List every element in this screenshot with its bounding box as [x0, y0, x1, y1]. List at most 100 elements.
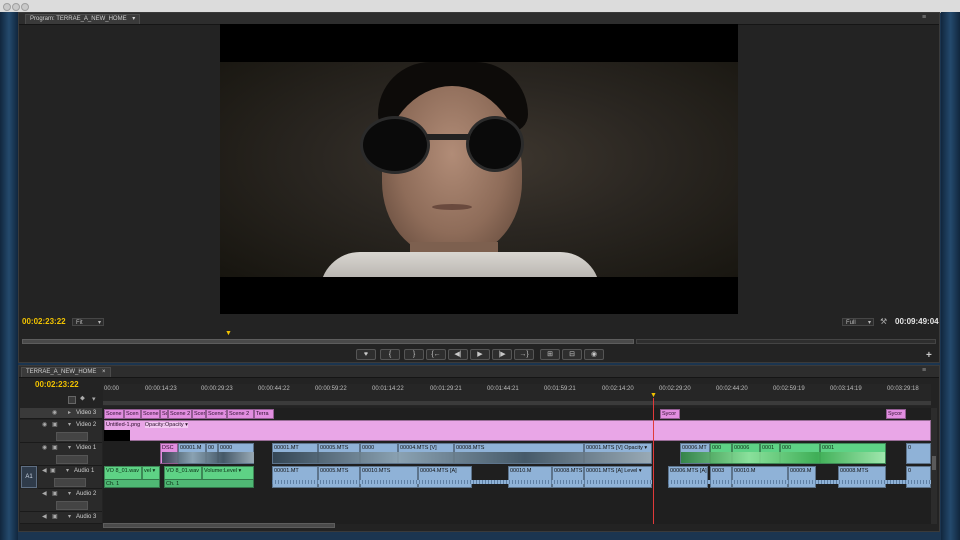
- lock-icon[interactable]: ▣: [50, 466, 56, 477]
- clip[interactable]: 0: [906, 466, 931, 488]
- clip[interactable]: 00008.MTS: [838, 466, 886, 488]
- step-forward-button[interactable]: |▶: [492, 349, 512, 360]
- panel-menu-icon[interactable]: ≡: [922, 13, 926, 22]
- clip[interactable]: 00009.M: [788, 466, 816, 488]
- tab-program[interactable]: Program: TERRAE_A_NEW_HOME ▾: [25, 14, 141, 24]
- vertical-scroll-thumb[interactable]: [932, 456, 936, 470]
- track-keyframe-control[interactable]: [56, 432, 88, 441]
- quality-select[interactable]: Full ▾: [842, 318, 874, 326]
- clip[interactable]: 00001.MTS [A] Level ▾: [584, 466, 652, 488]
- mark-out-button[interactable]: }: [404, 349, 424, 360]
- fit-select[interactable]: Fit ▾: [72, 318, 104, 326]
- audio-waveform: [272, 480, 652, 484]
- track-header-video-3[interactable]: ◉ ▸ Video 3: [20, 408, 102, 419]
- lock-icon[interactable]: ▣: [52, 420, 58, 431]
- lock-icon[interactable]: ▣: [52, 489, 58, 500]
- ruler-label: 00:02:29:20: [659, 386, 691, 392]
- clip[interactable]: 00001.MT: [272, 466, 318, 488]
- mark-in-button[interactable]: {: [380, 349, 400, 360]
- clip[interactable]: Scen: [192, 409, 206, 419]
- clip[interactable]: Scene 2: [168, 409, 192, 419]
- clip[interactable]: 0: [906, 443, 931, 464]
- minimize-window-icon[interactable]: [12, 3, 20, 11]
- go-to-in-button[interactable]: {←: [426, 349, 446, 360]
- clip[interactable]: 0003: [710, 466, 732, 488]
- track-header-audio-1[interactable]: ◀ ▣ ▾ Audio 1: [38, 466, 102, 489]
- track-header-audio-3[interactable]: ◀ ▣ ▾ Audio 3: [20, 512, 102, 524]
- work-area-bar[interactable]: [103, 401, 931, 405]
- program-current-timecode[interactable]: 00:02:23:22: [22, 317, 66, 326]
- monitor-scrollbar-track[interactable]: [636, 339, 936, 344]
- clip[interactable]: Scene: [104, 409, 124, 419]
- track-keyframe-control[interactable]: [56, 455, 88, 464]
- panel-menu-icon[interactable]: ≡: [922, 366, 926, 375]
- expand-icon[interactable]: ▸: [68, 408, 71, 419]
- clip[interactable]: Scene 2: [227, 409, 254, 419]
- clip[interactable]: Sycor: [660, 409, 680, 419]
- close-window-icon[interactable]: [3, 3, 11, 11]
- track-keyframe-control[interactable]: [54, 478, 86, 487]
- ruler-label: 00:01:14:22: [372, 386, 404, 392]
- clip[interactable]: 00010.MTS: [360, 466, 418, 488]
- eye-icon[interactable]: ◉: [52, 408, 57, 419]
- lock-icon[interactable]: ▣: [52, 443, 58, 454]
- clip[interactable]: 00010.M: [732, 466, 788, 488]
- letterbox-top: [220, 24, 738, 62]
- eye-icon[interactable]: ◉: [42, 443, 47, 454]
- chevron-down-icon[interactable]: ▾: [68, 443, 71, 454]
- play-button[interactable]: ▶: [470, 349, 490, 360]
- audio-channel-label: Ch. 1: [164, 479, 254, 488]
- chevron-down-icon[interactable]: ▾: [68, 512, 71, 523]
- marker-icon[interactable]: ▾: [92, 395, 96, 403]
- clip[interactable]: Scen: [124, 409, 141, 419]
- clip[interactable]: 00010.M: [508, 466, 552, 488]
- speaker-icon[interactable]: ◀: [42, 512, 47, 523]
- clip[interactable]: 00005.MTS: [318, 466, 360, 488]
- tab-sequence[interactable]: TERRAE_A_NEW_HOME ×: [21, 367, 111, 377]
- timeline-timecode[interactable]: 00:02:23:22: [35, 380, 79, 389]
- chevron-down-icon[interactable]: ▾: [68, 420, 71, 431]
- chevron-down-icon[interactable]: ▾: [68, 489, 71, 500]
- chevron-down-icon[interactable]: ▾: [66, 466, 69, 477]
- clip[interactable]: 00006.MTS [A]: [668, 466, 708, 488]
- speaker-icon[interactable]: ◀: [42, 466, 47, 477]
- lift-button[interactable]: ⊞: [540, 349, 560, 360]
- clip[interactable]: Scene 2: [206, 409, 227, 419]
- clip-untitled-png[interactable]: Untitled-1.png Opacity:Opacity ▾: [104, 420, 931, 441]
- program-video-frame[interactable]: [220, 24, 738, 314]
- clip[interactable]: Sycor: [886, 409, 906, 419]
- speaker-icon[interactable]: ◀: [42, 489, 47, 500]
- step-back-button[interactable]: ◀|: [448, 349, 468, 360]
- playhead-marker-icon[interactable]: ▼: [225, 330, 232, 337]
- track-keyframe-control[interactable]: [56, 501, 88, 510]
- clip[interactable]: Sc: [160, 409, 168, 419]
- track-header-audio-2[interactable]: ◀ ▣ ▾ Audio 2: [20, 489, 102, 512]
- add-marker-icon[interactable]: ⬥: [80, 395, 85, 403]
- clip[interactable]: Terra: [254, 409, 274, 419]
- zoom-window-icon[interactable]: [21, 3, 29, 11]
- chevron-down-icon[interactable]: ▾: [132, 16, 135, 22]
- ruler-label: 00:03:14:19: [830, 386, 862, 392]
- go-to-out-button[interactable]: →}: [514, 349, 534, 360]
- opacity-dropdown[interactable]: Opacity:Opacity ▾: [144, 422, 188, 428]
- track-header-video-1[interactable]: ◉ ▣ ▾ Video 1: [20, 443, 102, 466]
- extract-button[interactable]: ⊟: [562, 349, 582, 360]
- source-patch-a1[interactable]: A1: [21, 466, 37, 488]
- clip[interactable]: 00008.MTS: [552, 466, 584, 488]
- clip[interactable]: Scene: [141, 409, 160, 419]
- eye-icon[interactable]: ◉: [42, 420, 47, 431]
- export-frame-button[interactable]: ◉: [584, 349, 604, 360]
- goggle-bridge: [426, 134, 470, 140]
- button-editor-plus-icon[interactable]: +: [926, 350, 932, 361]
- snap-icon[interactable]: [68, 396, 76, 404]
- playhead-line[interactable]: [653, 398, 654, 524]
- close-icon[interactable]: ×: [102, 369, 106, 375]
- track-header-video-2[interactable]: ◉ ▣ ▾ Video 2: [20, 420, 102, 443]
- clip[interactable]: 00004.MTS [A]: [418, 466, 472, 488]
- timeline-horizontal-scrollbar[interactable]: [103, 523, 335, 528]
- add-marker-button[interactable]: ♥: [356, 349, 376, 360]
- wrench-icon[interactable]: ⚒: [880, 317, 887, 326]
- lock-icon[interactable]: ▣: [52, 512, 58, 523]
- program-tab-label: Program: TERRAE_A_NEW_HOME: [30, 16, 127, 22]
- monitor-zoom-scrollbar[interactable]: [22, 339, 634, 344]
